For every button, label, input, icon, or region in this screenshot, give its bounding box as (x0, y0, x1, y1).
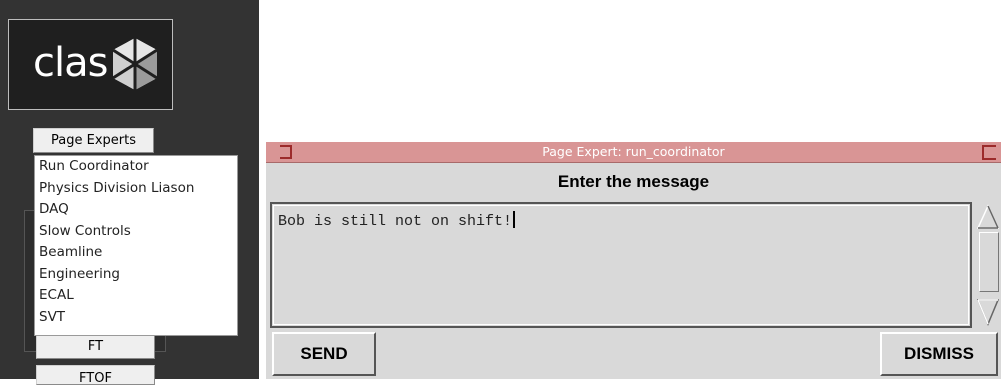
vertical-scrollbar[interactable] (974, 202, 1001, 328)
dismiss-button[interactable]: DISMISS (880, 332, 998, 376)
page-experts-button[interactable]: Page Experts (33, 128, 154, 153)
send-button[interactable]: SEND (272, 332, 376, 376)
ftof-button[interactable]: FTOF (36, 365, 155, 386)
ft-button[interactable]: FT (36, 334, 155, 359)
scroll-up-arrow-icon[interactable] (976, 204, 1000, 230)
message-textarea[interactable]: Bob is still not on shift! (270, 202, 972, 328)
scrollbar-thumb[interactable] (979, 232, 999, 292)
clas-logo: clas (8, 19, 173, 110)
menu-item-slow-controls[interactable]: Slow Controls (35, 221, 237, 243)
message-dialog: Page Expert: run_coordinator Enter the m… (266, 142, 1001, 379)
menu-item-svt[interactable]: SVT (35, 307, 237, 329)
window-control-icon[interactable] (982, 145, 996, 160)
cube-logo-icon (112, 38, 158, 90)
logo-text: clas (33, 40, 108, 86)
message-value: Bob is still not on shift! (278, 213, 513, 230)
menu-item-physics-division-liason[interactable]: Physics Division Liason (35, 178, 237, 200)
page-experts-menu: Run Coordinator Physics Division Liason … (34, 155, 238, 336)
menu-item-engineering[interactable]: Engineering (35, 264, 237, 286)
dialog-title: Page Expert: run_coordinator (542, 144, 725, 159)
menu-item-beamline[interactable]: Beamline (35, 242, 237, 264)
text-cursor (513, 211, 516, 228)
message-text[interactable]: Bob is still not on shift! (278, 211, 516, 230)
dialog-titlebar[interactable]: Page Expert: run_coordinator (266, 142, 1001, 163)
menu-item-run-coordinator[interactable]: Run Coordinator (35, 156, 237, 178)
scroll-down-arrow-icon[interactable] (976, 298, 1000, 326)
menu-item-daq[interactable]: DAQ (35, 199, 237, 221)
menu-item-ecal[interactable]: ECAL (35, 285, 237, 307)
dialog-heading: Enter the message (557, 172, 710, 191)
